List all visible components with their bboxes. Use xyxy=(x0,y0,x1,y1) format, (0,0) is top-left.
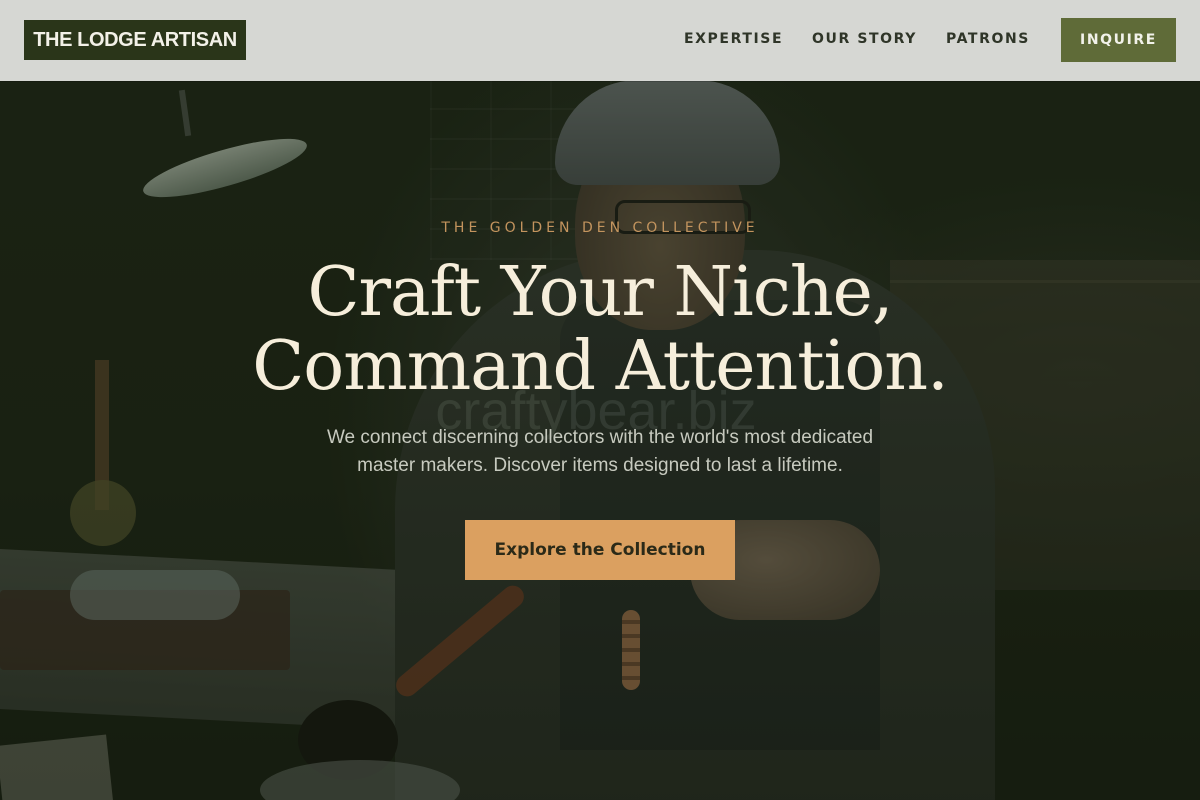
explore-collection-button[interactable]: Explore the Collection xyxy=(465,520,735,580)
headline-line-1: Craft Your Niche, xyxy=(307,253,893,332)
nav-patrons[interactable]: PATRONS xyxy=(946,31,1030,47)
subtitle-line-2: master makers. Discover items designed t… xyxy=(357,455,843,476)
subtitle-line-1: We connect discerning collectors with th… xyxy=(326,427,874,448)
nav-our-story[interactable]: OUR STORY xyxy=(812,31,917,47)
site-logo[interactable]: THE LODGE ARTISAN xyxy=(24,20,246,60)
nav-expertise[interactable]: EXPERTISE xyxy=(684,31,783,47)
hero-headline: Craft Your Niche, Command Attention. xyxy=(200,256,1000,404)
inquire-button[interactable]: INQUIRE xyxy=(1061,18,1176,62)
hero-subtitle: We connect discerning collectors with th… xyxy=(270,424,930,480)
hero-eyebrow: THE GOLDEN DEN COLLECTIVE xyxy=(441,220,759,236)
site-header: THE LODGE ARTISAN EXPERTISE OUR STORY PA… xyxy=(0,0,1200,81)
headline-line-2: Command Attention. xyxy=(252,327,948,406)
